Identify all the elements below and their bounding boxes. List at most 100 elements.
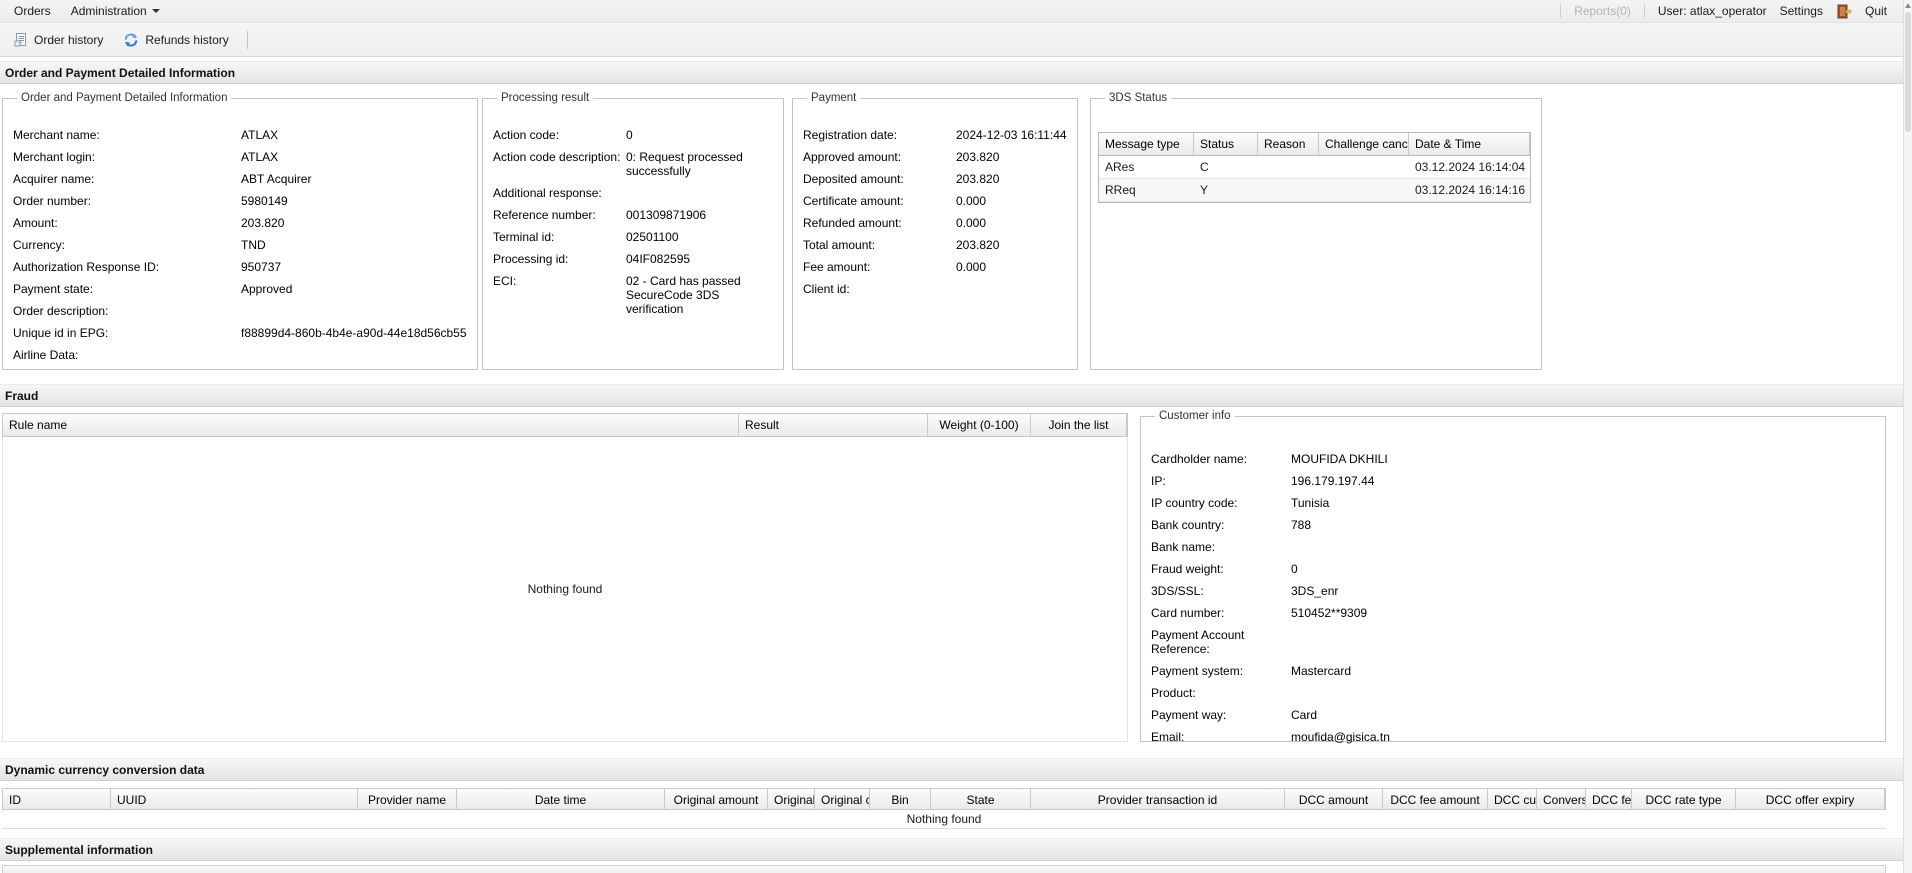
scrollbar-thumb[interactable]	[1905, 12, 1911, 132]
field-value: 203.820	[956, 150, 999, 164]
field-label: Payment system:	[1151, 664, 1291, 678]
order-history-button[interactable]: Order history	[6, 28, 111, 51]
panel-3ds-status: 3DS Status Message typeStatusReasonChall…	[1090, 92, 1542, 370]
table-cell: ARes	[1099, 156, 1194, 178]
field-label: ECI:	[493, 274, 626, 316]
app-window: Orders Administration Reports(0) User: a…	[0, 0, 1912, 873]
field-label: Fraud weight:	[1151, 562, 1291, 576]
field-label: Terminal id:	[493, 230, 626, 244]
field-label: Action code:	[493, 128, 626, 142]
field-value: ATLAX	[241, 128, 278, 142]
dcc-table-header: IDUUIDProvider nameDate timeOriginal amo…	[2, 788, 1886, 810]
column-header: State	[931, 789, 1031, 809]
field-row: IP country code:Tunisia	[1151, 496, 1875, 510]
table-cell	[1319, 156, 1409, 178]
field-row: IP:196.179.197.44	[1151, 474, 1875, 488]
field-label: Deposited amount:	[803, 172, 956, 186]
panel-customer-info: Customer info Cardholder name:MOUFIDA DK…	[1140, 410, 1886, 742]
field-label: Approved amount:	[803, 150, 956, 164]
field-value: TND	[241, 238, 266, 252]
menu-quit[interactable]: Quit	[1865, 4, 1887, 18]
field-label: Email:	[1151, 730, 1291, 744]
field-row: Additional response:	[493, 186, 773, 200]
field-row: Airline Data:	[13, 348, 467, 362]
table-row[interactable]: RReqY03.12.2024 16:14:16	[1099, 179, 1530, 202]
field-row: Product:	[1151, 686, 1875, 700]
toolbar: Order history Refunds history	[0, 23, 1903, 57]
field-value: moufida@gisica.tn	[1291, 730, 1390, 744]
field-value: 0: Request processed successfully	[626, 150, 773, 178]
field-value: Tunisia	[1291, 496, 1329, 510]
field-label: Registration date:	[803, 128, 956, 142]
field-row: Merchant name:ATLAX	[13, 128, 467, 142]
panel-order-info: Order and Payment Detailed Information M…	[2, 92, 478, 370]
fraud-section-title: Fraud	[5, 389, 38, 403]
column-header: Join the list	[1031, 414, 1127, 436]
menu-reports[interactable]: Reports(0)	[1574, 4, 1631, 18]
vertical-scrollbar[interactable]	[1903, 0, 1912, 873]
field-label: Bank name:	[1151, 540, 1291, 554]
menu-administration[interactable]: Administration	[61, 1, 170, 21]
field-label: Product:	[1151, 686, 1291, 700]
menu-orders[interactable]: Orders	[4, 1, 61, 21]
field-value	[626, 186, 773, 200]
field-row: Approved amount:203.820	[803, 150, 1067, 164]
field-row: Fraud weight:0	[1151, 562, 1875, 576]
exit-door-icon[interactable]	[1836, 4, 1852, 19]
panel-payment-legend: Payment	[807, 92, 860, 104]
field-label: Merchant name:	[13, 128, 241, 142]
column-header: Original amount	[665, 789, 768, 809]
threeds-table-header: Message typeStatusReasonChallenge cancel…	[1099, 133, 1530, 156]
panel-order-info-legend: Order and Payment Detailed Information	[17, 92, 231, 104]
field-label: Total amount:	[803, 238, 956, 252]
field-label: 3DS/SSL:	[1151, 584, 1291, 598]
column-header: Rule name	[3, 414, 739, 436]
menu-settings[interactable]: Settings	[1780, 4, 1823, 18]
column-header: DCC offer expiry	[1736, 789, 1885, 809]
column-header: Provider transaction id	[1031, 789, 1285, 809]
field-row: Payment Account Reference:	[1151, 628, 1875, 656]
panel-payment: Payment Registration date:2024-12-03 16:…	[792, 92, 1078, 370]
field-row: Order number:5980149	[13, 194, 467, 208]
menubar: Orders Administration Reports(0) User: a…	[0, 0, 1903, 23]
table-cell: RReq	[1099, 179, 1194, 201]
column-header: Conversi	[1537, 789, 1586, 809]
field-label: Currency:	[13, 238, 241, 252]
field-label: Cardholder name:	[1151, 452, 1291, 466]
field-label: Action code description:	[493, 150, 626, 178]
fraud-table-header: Rule nameResultWeight (0-100)Join the li…	[2, 413, 1128, 437]
field-label: Order number:	[13, 194, 241, 208]
field-row: Payment system:Mastercard	[1151, 664, 1875, 678]
panel-processing-result-legend: Processing result	[497, 92, 593, 104]
field-label: Reference number:	[493, 208, 626, 222]
field-row: Merchant login:ATLAX	[13, 150, 467, 164]
dcc-table-empty-row: Nothing found	[2, 810, 1886, 829]
field-row: Certificate amount:0.000	[803, 194, 1067, 208]
field-label: Certificate amount:	[803, 194, 956, 208]
field-value: 3DS_enr	[1291, 584, 1338, 598]
caret-down-icon	[152, 9, 160, 13]
field-value: ABT Acquirer	[241, 172, 311, 186]
menu-administration-label: Administration	[71, 4, 147, 18]
fraud-table-body: Nothing found	[2, 437, 1128, 742]
scrollbar-up-arrow-icon[interactable]	[1905, 3, 1911, 8]
column-header: ID	[3, 789, 111, 809]
table-cell: 03.12.2024 16:14:16	[1409, 179, 1530, 201]
field-value: 196.179.197.44	[1291, 474, 1374, 488]
field-label: Additional response:	[493, 186, 626, 200]
refunds-history-button[interactable]: Refunds history	[115, 28, 236, 52]
dcc-section-title: Dynamic currency conversion data	[5, 763, 204, 777]
field-label: IP country code:	[1151, 496, 1291, 510]
threeds-table: Message typeStatusReasonChallenge cancel…	[1098, 132, 1531, 203]
table-row[interactable]: AResC03.12.2024 16:14:04	[1099, 156, 1530, 179]
menu-separator	[1644, 4, 1645, 18]
field-value: 203.820	[956, 172, 999, 186]
field-value: 0.000	[956, 194, 986, 208]
field-value: 02 - Card has passed SecureCode 3DS veri…	[626, 274, 773, 316]
field-label: Fee amount:	[803, 260, 956, 274]
field-row: Client id:	[803, 282, 1067, 296]
column-header: Status	[1194, 133, 1258, 155]
order-history-icon	[14, 32, 28, 47]
field-value: 0.000	[956, 260, 986, 274]
field-row: Reference number:001309871906	[493, 208, 773, 222]
